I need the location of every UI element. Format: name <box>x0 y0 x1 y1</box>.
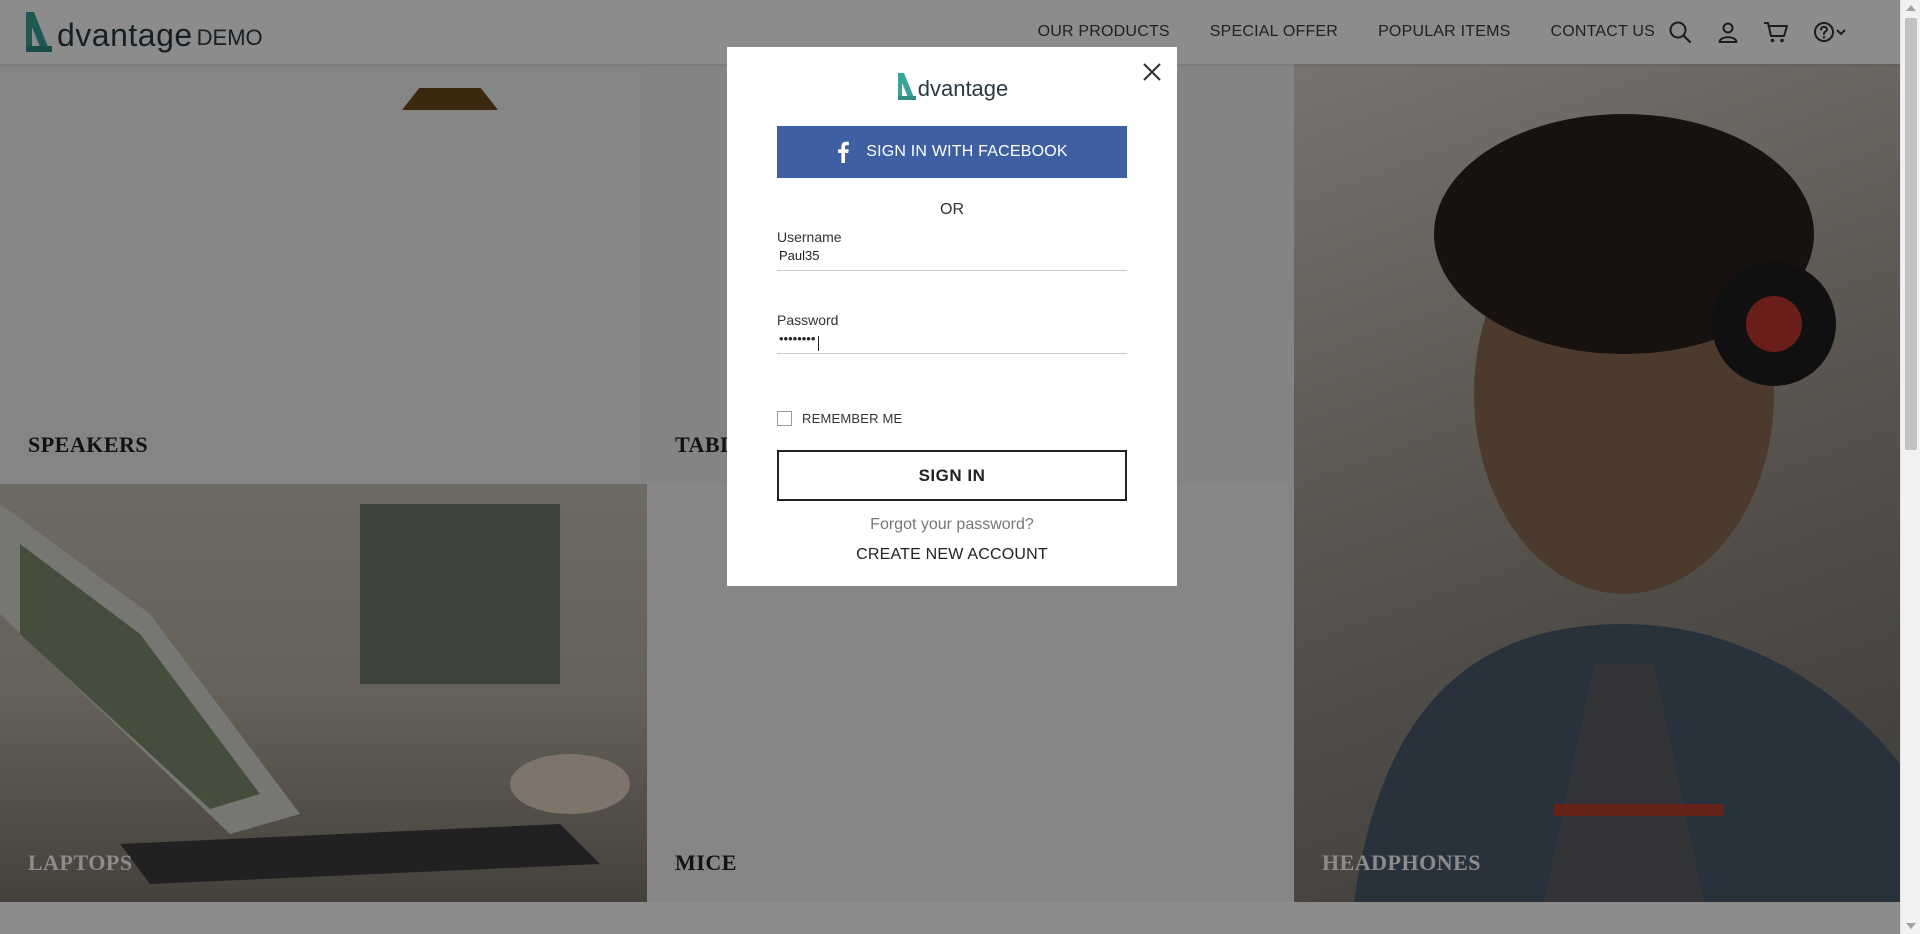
sign-in-button[interactable]: SIGN IN <box>777 450 1127 501</box>
forgot-password-link[interactable]: Forgot your password? <box>727 516 1177 534</box>
facebook-icon <box>838 141 850 163</box>
username-field: Username <box>777 229 1127 271</box>
dialog-logo: dvantage <box>727 69 1177 103</box>
checkbox-box[interactable] <box>777 411 792 426</box>
password-label: Password <box>777 312 839 328</box>
create-account-link[interactable]: CREATE NEW ACCOUNT <box>727 546 1177 564</box>
scroll-down-arrow[interactable] <box>1906 923 1916 929</box>
or-divider: OR <box>940 201 964 218</box>
username-input[interactable] <box>777 245 1127 267</box>
facebook-signin-label: SIGN IN WITH FACEBOOK <box>866 143 1068 160</box>
facebook-signin-button[interactable]: SIGN IN WITH FACEBOOK <box>777 126 1127 178</box>
login-dialog: dvantage SIGN IN WITH FACEBOOK OR Userna… <box>727 47 1177 586</box>
scrollbar-thumb[interactable] <box>1905 18 1917 450</box>
remember-me-checkbox[interactable]: REMEMBER ME <box>777 411 902 426</box>
remember-me-label: REMEMBER ME <box>802 411 903 426</box>
advantage-logo-icon <box>897 73 916 100</box>
password-field: Password <box>777 312 1127 354</box>
page-scrollbar[interactable] <box>1900 0 1920 934</box>
scroll-up-arrow[interactable] <box>1906 5 1916 11</box>
password-input[interactable] <box>777 328 1127 350</box>
dialog-logo-word: dvantage <box>917 76 1009 101</box>
text-caret <box>818 336 819 351</box>
username-label: Username <box>777 229 842 245</box>
